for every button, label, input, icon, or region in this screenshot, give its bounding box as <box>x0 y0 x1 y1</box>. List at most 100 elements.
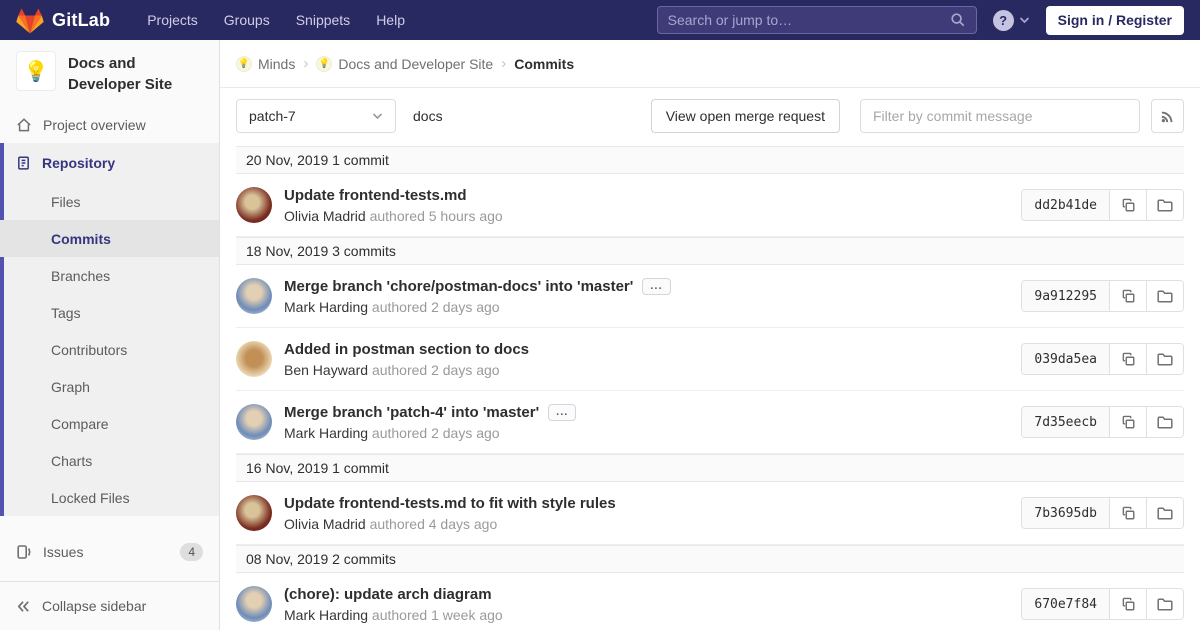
search-icon <box>950 12 966 28</box>
commit-sha[interactable]: 9a912295 <box>1022 281 1109 311</box>
main-content: 💡 Minds › 💡 Docs and Developer Site › Co… <box>220 40 1200 630</box>
chevron-down-icon <box>372 112 383 120</box>
sidebar-item-contributors[interactable]: Contributors <box>0 331 219 368</box>
commit-authored-time: authored 4 days ago <box>370 516 498 532</box>
commit-author-link[interactable]: Mark Harding <box>284 607 368 623</box>
nav-link-help[interactable]: Help <box>363 12 418 28</box>
view-open-merge-request-button[interactable]: View open merge request <box>651 99 840 133</box>
filter-commits-input[interactable] <box>860 99 1140 133</box>
commit-author-link[interactable]: Mark Harding <box>284 299 368 315</box>
sidebar-item-files[interactable]: Files <box>0 183 219 220</box>
copy-sha-button[interactable] <box>1109 407 1146 437</box>
tree-path-link[interactable]: docs <box>413 108 443 124</box>
top-navbar: GitLab Projects Groups Snippets Help ? S… <box>0 0 1200 40</box>
commit-list: 20 Nov, 2019 1 commit Update frontend-te… <box>236 146 1184 630</box>
sidebar-item-tags[interactable]: Tags <box>0 294 219 331</box>
commit-title-link[interactable]: Merge branch 'chore/postman-docs' into '… <box>284 278 633 295</box>
group-avatar: 💡 <box>236 56 252 72</box>
sidebar-item-locked-files[interactable]: Locked Files <box>0 479 219 516</box>
browse-files-button[interactable] <box>1146 281 1183 311</box>
author-avatar[interactable] <box>236 187 272 223</box>
browse-files-button[interactable] <box>1146 344 1183 374</box>
project-context-header[interactable]: 💡 Docs and Developer Site <box>0 40 219 107</box>
author-avatar[interactable] <box>236 341 272 377</box>
commit-date-header: 16 Nov, 2019 1 commit <box>236 454 1184 482</box>
commit-sha-group: 7b3695db <box>1021 497 1184 529</box>
sidebar-item-commits[interactable]: Commits <box>0 220 219 257</box>
branch-name: patch-7 <box>249 108 296 124</box>
breadcrumb-separator: › <box>303 55 308 72</box>
sidebar-item-graph[interactable]: Graph <box>0 368 219 405</box>
project-title: Docs and Developer Site <box>68 51 203 95</box>
copy-sha-button[interactable] <box>1109 281 1146 311</box>
sign-in-register-button[interactable]: Sign in / Register <box>1046 6 1184 35</box>
nav-link-projects[interactable]: Projects <box>134 12 211 28</box>
project-sidebar: 💡 Docs and Developer Site Project overvi… <box>0 40 220 630</box>
nav-link-groups[interactable]: Groups <box>211 12 283 28</box>
gitlab-logo[interactable]: GitLab <box>16 7 110 34</box>
global-search-input[interactable] <box>668 12 950 28</box>
commit-author-link[interactable]: Ben Hayward <box>284 362 368 378</box>
copy-sha-button[interactable] <box>1109 498 1146 528</box>
author-avatar[interactable] <box>236 404 272 440</box>
help-menu[interactable]: ? <box>993 10 1030 31</box>
sidebar-item-compare[interactable]: Compare <box>0 405 219 442</box>
commit-row: (chore): update arch diagram Mark Hardin… <box>236 573 1184 630</box>
copy-sha-button[interactable] <box>1109 589 1146 619</box>
folder-icon <box>1157 506 1173 520</box>
commit-row: Update frontend-tests.md Olivia Madrid a… <box>236 174 1184 237</box>
copy-sha-button[interactable] <box>1109 190 1146 220</box>
sidebar-item-project-overview[interactable]: Project overview <box>0 107 219 143</box>
author-avatar[interactable] <box>236 495 272 531</box>
breadcrumb-project-link[interactable]: 💡 Docs and Developer Site <box>316 56 493 72</box>
commits-feed-button[interactable] <box>1151 99 1184 133</box>
sidebar-item-charts[interactable]: Charts <box>0 442 219 479</box>
copy-sha-button[interactable] <box>1109 344 1146 374</box>
collapse-sidebar-button[interactable]: Collapse sidebar <box>0 581 219 630</box>
commit-sha[interactable]: dd2b41de <box>1022 190 1109 220</box>
commit-sha[interactable]: 670e7f84 <box>1022 589 1109 619</box>
commit-sha[interactable]: 039da5ea <box>1022 344 1109 374</box>
breadcrumb-label: Docs and Developer Site <box>338 56 493 72</box>
commit-meta: Olivia Madrid authored 5 hours ago <box>284 208 503 224</box>
browse-files-button[interactable] <box>1146 498 1183 528</box>
commit-author-link[interactable]: Mark Harding <box>284 425 368 441</box>
author-avatar[interactable] <box>236 278 272 314</box>
global-search-box[interactable] <box>657 6 977 34</box>
commit-sha[interactable]: 7d35eecb <box>1022 407 1109 437</box>
author-avatar[interactable] <box>236 586 272 622</box>
expand-commit-description-button[interactable]: ... <box>548 404 576 421</box>
branch-selector-dropdown[interactable]: patch-7 <box>236 99 396 133</box>
commit-title-link[interactable]: Update frontend-tests.md to fit with sty… <box>284 495 616 512</box>
breadcrumb-label: Minds <box>258 56 295 72</box>
commit-author-link[interactable]: Olivia Madrid <box>284 516 366 532</box>
commit-row: Merge branch 'patch-4' into 'master' ...… <box>236 391 1184 454</box>
commit-author-link[interactable]: Olivia Madrid <box>284 208 366 224</box>
expand-commit-description-button[interactable]: ... <box>642 278 670 295</box>
commit-sha[interactable]: 7b3695db <box>1022 498 1109 528</box>
browse-files-button[interactable] <box>1146 190 1183 220</box>
commit-title-link[interactable]: Added in postman section to docs <box>284 341 529 358</box>
breadcrumb-group-link[interactable]: 💡 Minds <box>236 56 295 72</box>
copy-icon <box>1121 198 1136 213</box>
copy-icon <box>1121 415 1136 430</box>
commit-title-link[interactable]: (chore): update arch diagram <box>284 586 492 603</box>
commits-toolbar: patch-7 docs View open merge request <box>220 88 1200 133</box>
breadcrumb-separator: › <box>501 55 506 72</box>
commit-date-header: 20 Nov, 2019 1 commit <box>236 146 1184 174</box>
sidebar-item-branches[interactable]: Branches <box>0 257 219 294</box>
navbar-right: ? Sign in / Register <box>657 6 1184 35</box>
nav-link-snippets[interactable]: Snippets <box>283 12 363 28</box>
commit-row: Added in postman section to docs Ben Hay… <box>236 328 1184 391</box>
gitlab-tanuki-icon <box>16 7 44 34</box>
commit-title-link[interactable]: Update frontend-tests.md <box>284 187 467 204</box>
commit-authored-time: authored 2 days ago <box>372 425 500 441</box>
sidebar-item-label: Issues <box>43 544 83 560</box>
double-chevron-left-icon <box>16 599 31 614</box>
sidebar-item-issues[interactable]: Issues 4 <box>0 530 219 574</box>
browse-files-button[interactable] <box>1146 589 1183 619</box>
commit-meta: Mark Harding authored 2 days ago <box>284 299 671 315</box>
browse-files-button[interactable] <box>1146 407 1183 437</box>
commit-title-link[interactable]: Merge branch 'patch-4' into 'master' <box>284 404 539 421</box>
sidebar-item-repository[interactable]: Repository <box>0 143 219 183</box>
